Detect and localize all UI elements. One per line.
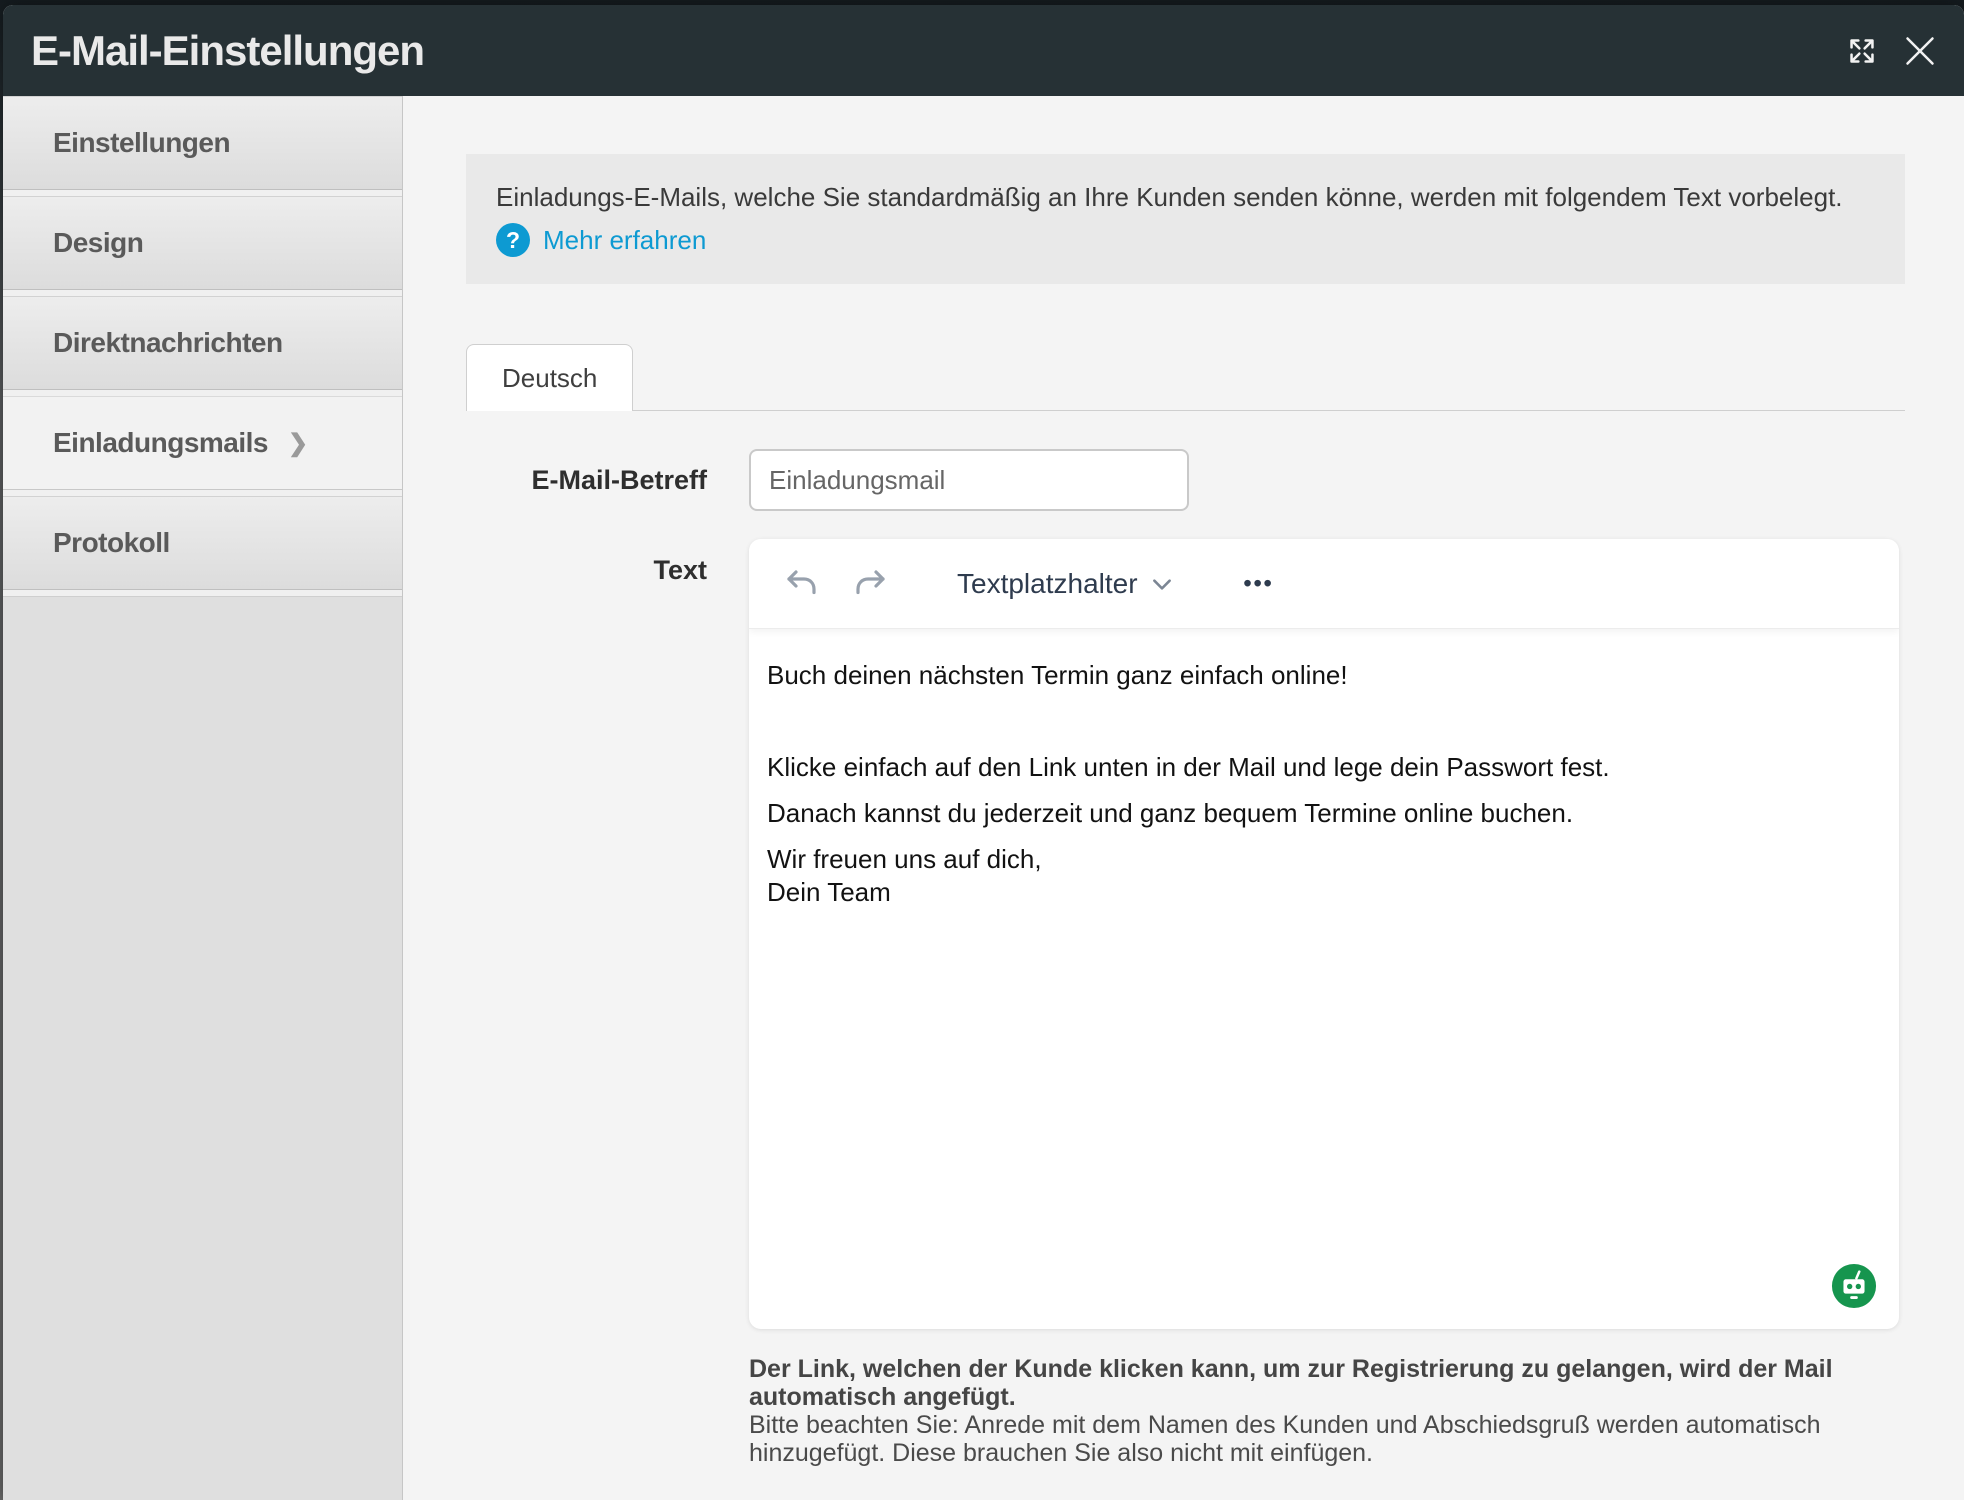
titlebar: E-Mail-Einstellungen [3,5,1964,96]
text-label: Text [466,539,749,586]
expand-icon [1839,28,1885,74]
editor-line: Dein Team [767,876,1881,909]
sidebar-item-design[interactable]: Design [3,196,402,290]
window-controls [1836,25,1946,77]
sidebar-item-einladungsmails[interactable]: Einladungsmails ❯ [3,396,402,490]
robot-icon [1831,1263,1877,1309]
info-box: Einladungs-E-Mails, welche Sie standardm… [466,154,1905,284]
sidebar-item-label: Direktnachrichten [53,327,283,359]
editor-line [767,705,1881,738]
subject-input[interactable] [749,449,1189,511]
sidebar-item-label: Einladungsmails [53,427,268,459]
help-icon[interactable]: ? [496,223,530,257]
editor-content[interactable]: Buch deinen nächsten Termin ganz einfach… [749,629,1899,1329]
language-tabs: Deutsch [466,344,1905,411]
sidebar-item-protokoll[interactable]: Protokoll [3,496,402,590]
footer-note: Der Link, welchen der Kunde klicken kann… [749,1355,1899,1467]
dialog-body: Einstellungen Design Direktnachrichten E… [3,96,1964,1500]
chevron-right-icon: ❯ [288,429,308,458]
settings-form: E-Mail-Betreff Text [466,449,1905,1467]
main-content: Einladungs-E-Mails, welche Sie standardm… [403,96,1964,1500]
email-settings-dialog: E-Mail-Einstellungen [3,5,1964,1500]
richtext-editor: Textplatzhalter ••• [749,539,1899,1329]
info-text: Einladungs-E-Mails, welche Sie standardm… [496,181,1875,214]
editor-line: Danach kannst du jederzeit und ganz bequ… [767,797,1881,830]
sidebar-item-label: Einstellungen [53,127,230,159]
undo-button[interactable] [781,564,821,604]
sidebar-item-label: Design [53,227,143,259]
page-title: E-Mail-Einstellungen [31,27,1836,75]
undo-icon [781,564,821,604]
more-options-button[interactable]: ••• [1244,570,1274,597]
editor-line: Wir freuen uns auf dich, [767,843,1881,876]
settings-sidebar: Einstellungen Design Direktnachrichten E… [3,96,403,1500]
fullscreen-button[interactable] [1836,25,1888,77]
grammar-checker-button[interactable] [1831,1263,1877,1309]
sidebar-filler [3,596,402,1500]
editor-toolbar: Textplatzhalter ••• [749,539,1899,629]
editor-line: Buch deinen nächsten Termin ganz einfach… [767,659,1881,692]
chevron-down-icon [1150,572,1174,596]
text-placeholder-dropdown[interactable]: Textplatzhalter [957,568,1174,600]
redo-icon [851,564,891,604]
footer-note-normal: Bitte beachten Sie: Anrede mit dem Namen… [749,1411,1899,1467]
subject-label: E-Mail-Betreff [466,465,749,496]
sidebar-item-einstellungen[interactable]: Einstellungen [3,96,402,190]
more-options-icon: ••• [1244,570,1274,597]
editor-line: Klicke einfach auf den Link unten in der… [767,751,1881,784]
learn-more-link[interactable]: Mehr erfahren [543,224,706,257]
tab-deutsch[interactable]: Deutsch [466,344,633,411]
footer-note-bold: Der Link, welchen der Kunde klicken kann… [749,1355,1899,1411]
close-icon [1895,26,1945,76]
sidebar-item-label: Protokoll [53,527,170,559]
sidebar-item-direktnachrichten[interactable]: Direktnachrichten [3,296,402,390]
text-placeholder-label: Textplatzhalter [957,568,1138,600]
redo-button[interactable] [851,564,891,604]
close-button[interactable] [1894,25,1946,77]
